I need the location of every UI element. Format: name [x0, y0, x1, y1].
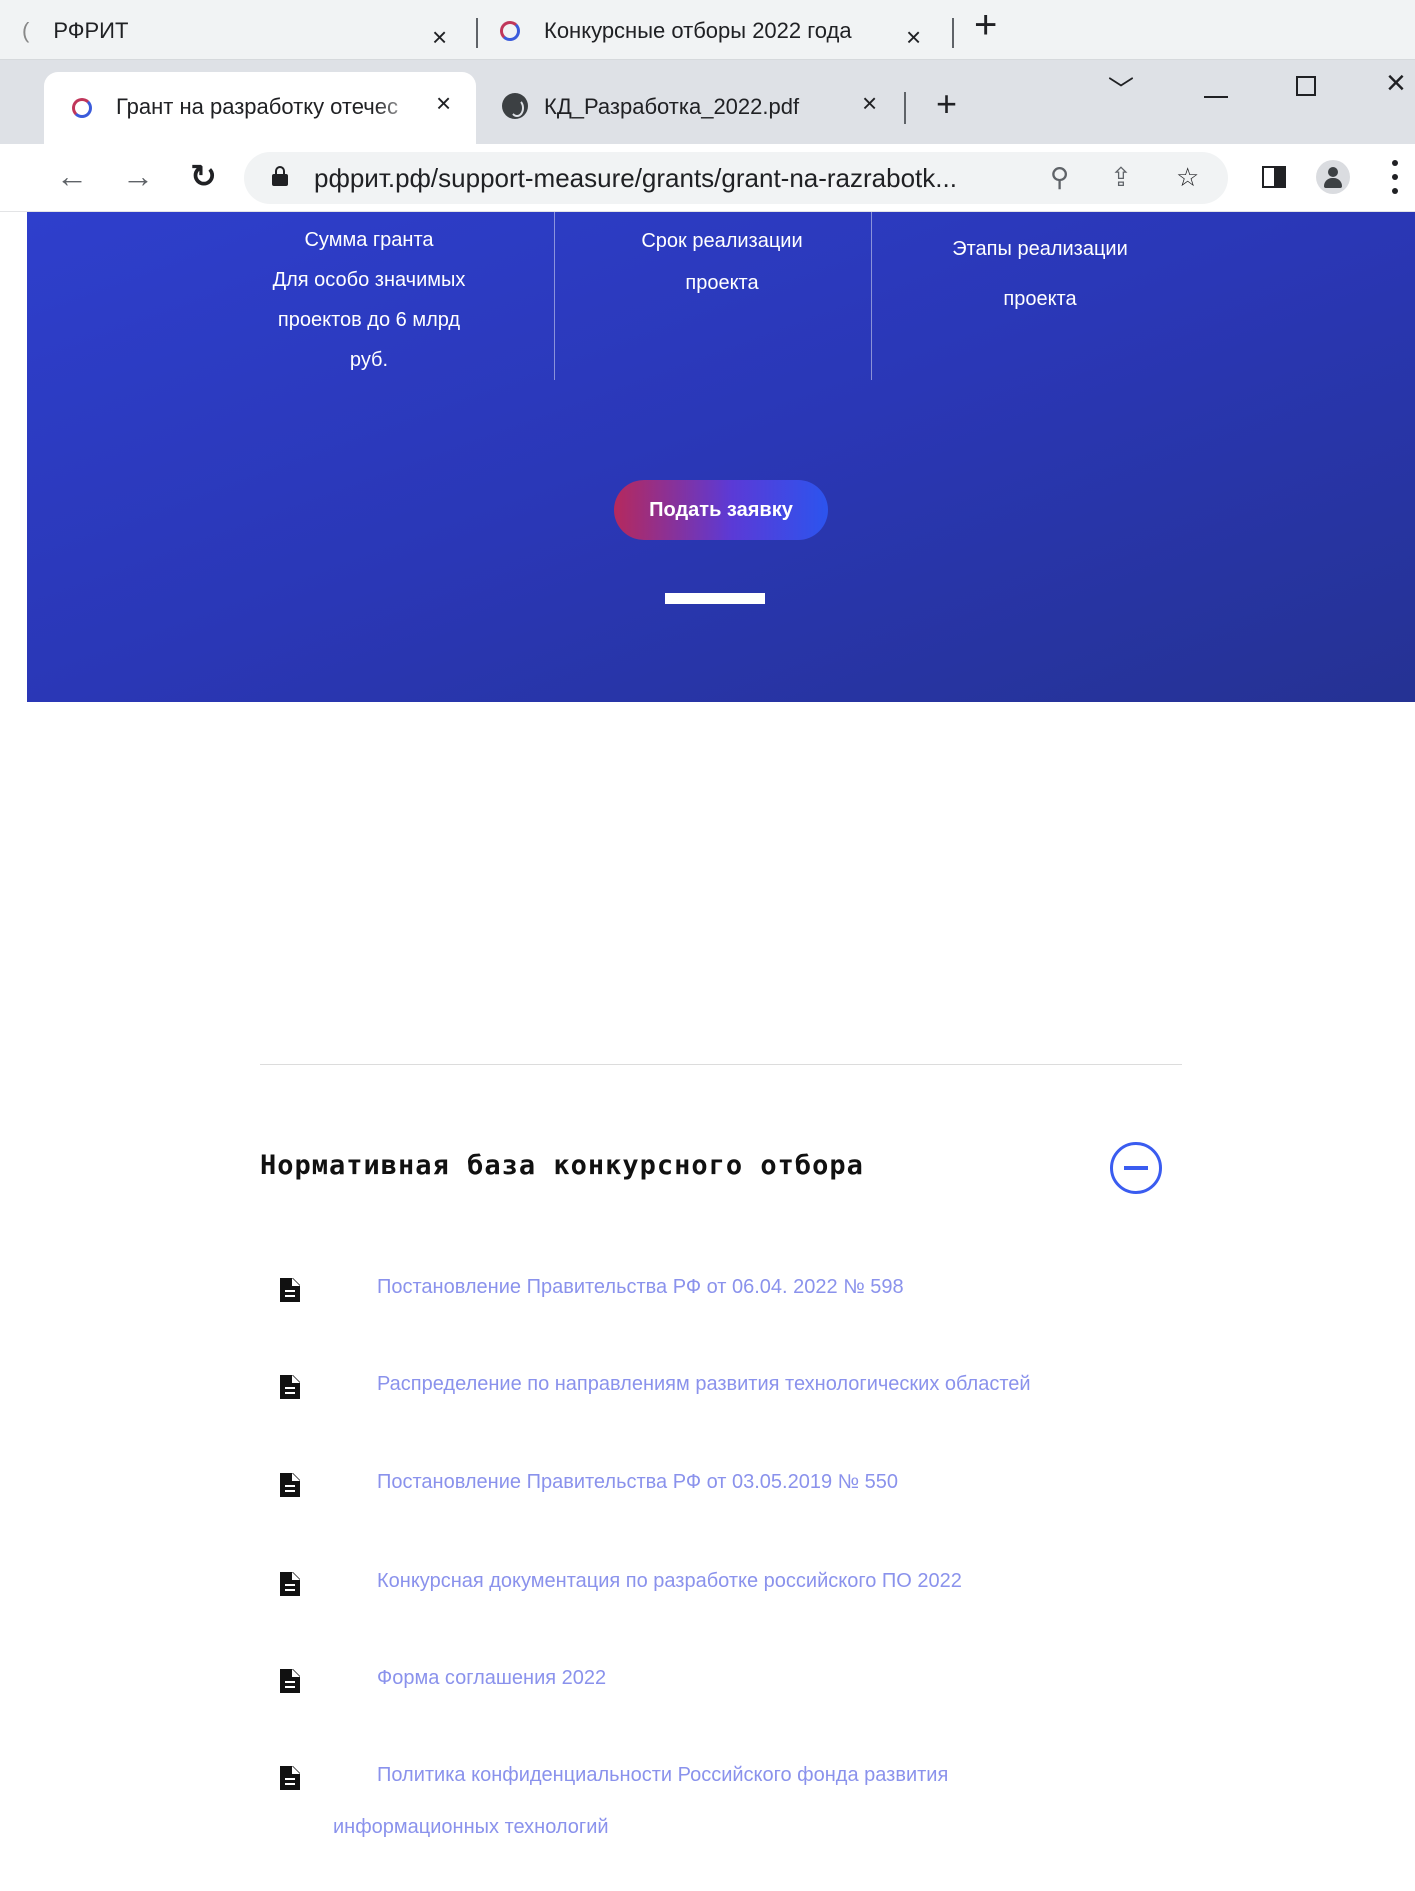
address-bar[interactable]: рфрит.рф/support-measure/grants/grant-na…: [244, 152, 1228, 204]
back-arrow-icon[interactable]: ←: [56, 160, 88, 192]
stat-line: Для особо значимых: [272, 269, 466, 291]
zoom-icon[interactable]: ⚲: [1050, 162, 1069, 193]
document-link[interactable]: Постановление Правительства РФ от 06.04.…: [377, 1276, 904, 1299]
tab-title: Конкурсные отборы 2022 года: [544, 18, 852, 43]
stat-line: проекта: [1003, 288, 1077, 310]
new-tab-icon[interactable]: +: [936, 86, 957, 122]
background-window-tabstrip: ( РФРИТ × Конкурсные отборы 2022 года × …: [0, 0, 1415, 60]
tab-title: Грант на разработку отечес: [116, 94, 398, 119]
tab-kd-pdf[interactable]: КД_Разработка_2022.pdf ×: [490, 78, 910, 138]
stat-project-stages: Этапы реализации проекта: [905, 224, 1175, 324]
collapse-minus-icon[interactable]: [1110, 1142, 1162, 1194]
tab-rfrit[interactable]: ( РФРИТ: [22, 12, 128, 50]
tab-separator: [476, 18, 478, 48]
tab-separator: [952, 18, 954, 48]
stat-divider: [554, 212, 555, 380]
browser-menu-icon[interactable]: [1392, 160, 1398, 194]
section-divider: [260, 1064, 1182, 1065]
tab-grant-development[interactable]: Грант на разработку отечес ×: [44, 72, 476, 144]
new-tab-icon[interactable]: +: [974, 3, 997, 47]
document-link[interactable]: Постановление Правительства РФ от 03.05.…: [377, 1471, 898, 1494]
section-marker: [665, 593, 765, 604]
maximize-icon[interactable]: [1296, 76, 1316, 96]
stat-line: проекта: [685, 272, 759, 294]
close-tab-icon[interactable]: ×: [862, 90, 877, 116]
profile-avatar-icon[interactable]: [1316, 160, 1350, 194]
stat-project-duration: Срок реализации проекта: [597, 220, 847, 304]
document-icon: [280, 1278, 300, 1302]
document-link-continuation[interactable]: информационных технологий: [333, 1816, 609, 1839]
minimize-icon[interactable]: [1204, 96, 1228, 98]
reload-icon[interactable]: ↻: [190, 160, 217, 192]
tab-title: РФРИТ: [53, 18, 129, 43]
tab-favicon-icon: (: [22, 18, 30, 43]
document-link[interactable]: Политика конфиденциальности Российского …: [377, 1764, 948, 1787]
document-icon: [280, 1669, 300, 1693]
bookmark-star-icon[interactable]: ☆: [1176, 162, 1199, 193]
apply-button[interactable]: Подать заявку: [614, 480, 828, 540]
close-tab-icon[interactable]: ×: [906, 18, 921, 56]
section-title: Нормативная база конкурсного отбора: [260, 1150, 864, 1181]
share-icon[interactable]: ⇪: [1110, 162, 1132, 193]
document-link[interactable]: Конкурсная документация по разработке ро…: [377, 1570, 962, 1593]
close-tab-icon[interactable]: ×: [432, 18, 447, 56]
stat-line: Сумма гранта: [304, 229, 434, 251]
tab-competitions-2022[interactable]: Конкурсные отборы 2022 года: [500, 12, 852, 50]
chevron-down-icon[interactable]: ﹀: [1108, 70, 1134, 107]
forward-arrow-icon[interactable]: →: [122, 160, 154, 192]
rfrit-favicon-icon: [72, 98, 92, 118]
stat-line: Этапы реализации: [952, 238, 1128, 260]
stat-line: руб.: [349, 349, 389, 371]
grant-hero-section: Сумма гранта Для особо значимых проектов…: [27, 212, 1415, 702]
close-tab-icon[interactable]: ×: [436, 90, 451, 116]
document-icon: [280, 1572, 300, 1596]
document-icon: [280, 1473, 300, 1497]
stat-divider: [871, 212, 872, 380]
stat-grant-amount: Сумма гранта Для особо значимых проектов…: [244, 220, 494, 380]
document-link[interactable]: Распределение по направлениям развития т…: [377, 1373, 1031, 1396]
stat-line: проектов до 6 млрд: [277, 309, 461, 331]
globe-icon: [502, 93, 528, 119]
document-icon: [280, 1766, 300, 1790]
document-link[interactable]: Форма соглашения 2022: [377, 1667, 606, 1690]
window-close-icon[interactable]: ×: [1386, 66, 1406, 100]
tab-title-fade: [374, 86, 444, 126]
stat-line: Срок реализации: [641, 230, 803, 252]
tab-separator: [904, 92, 906, 124]
side-panel-icon[interactable]: [1262, 166, 1286, 188]
document-icon: [280, 1375, 300, 1399]
rfrit-favicon-icon: [500, 21, 520, 41]
lock-icon[interactable]: [272, 166, 288, 186]
url-text[interactable]: рфрит.рф/support-measure/grants/grant-na…: [314, 163, 957, 194]
tab-title: КД_Разработка_2022.pdf: [544, 94, 800, 119]
